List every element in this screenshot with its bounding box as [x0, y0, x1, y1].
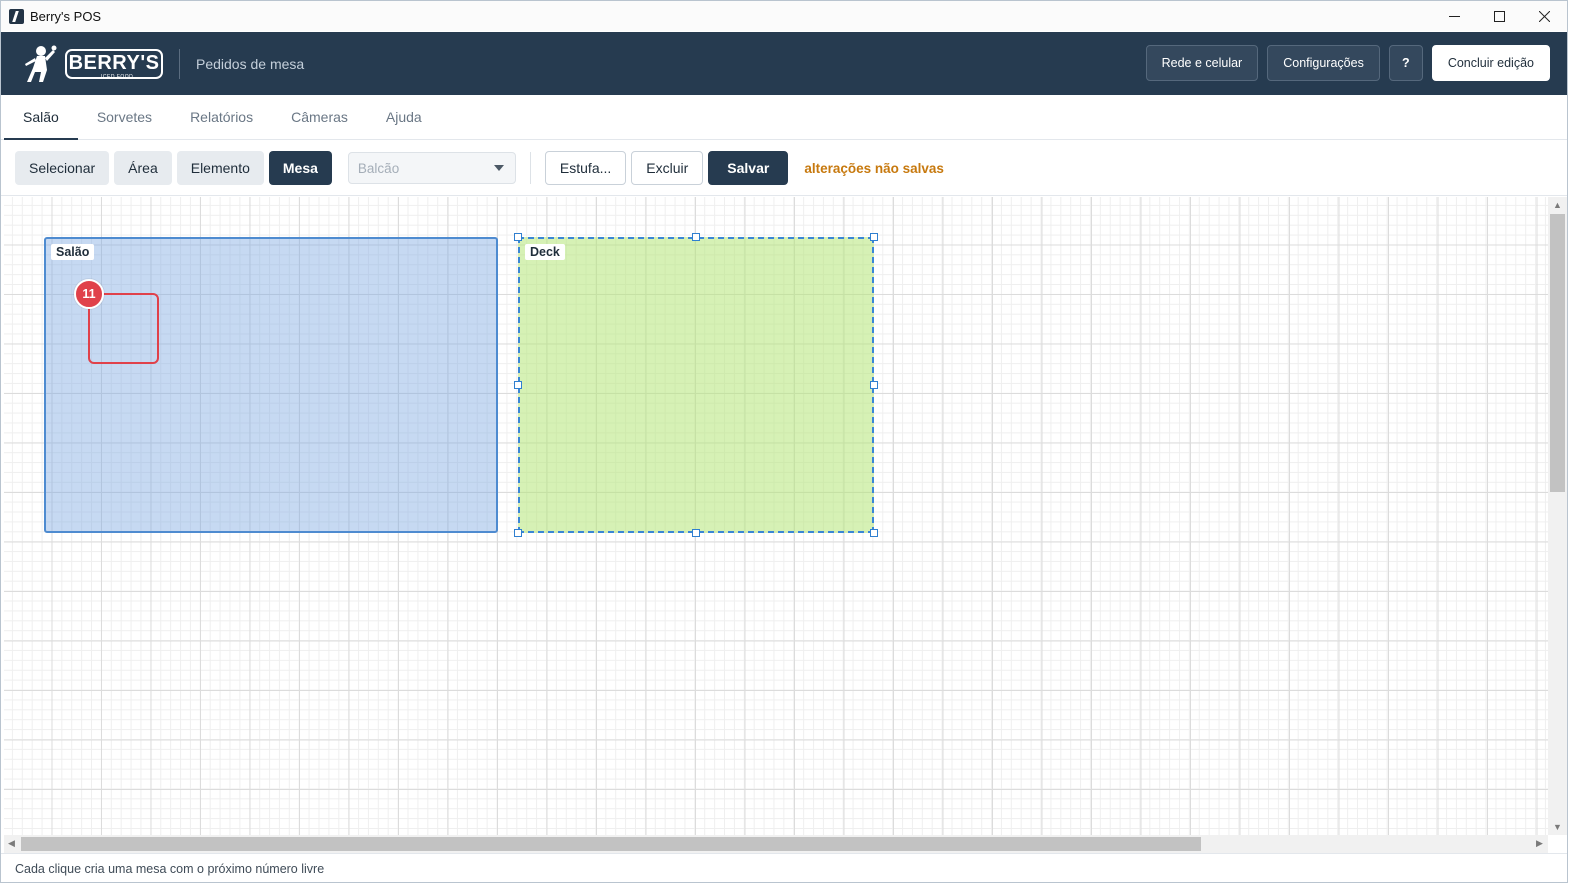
resize-handle-bottom-right[interactable]: [870, 529, 878, 537]
table-number-badge: 11: [74, 279, 104, 309]
app-icon: [9, 8, 24, 24]
app-header: BERRY'S ICED FOOD Pedidos de mesa Rede e…: [1, 32, 1567, 95]
floor-plan-canvas[interactable]: Salão 11 Deck: [4, 197, 1548, 835]
editor-toolbar: Selecionar Área Elemento Mesa Balcão Est…: [1, 141, 1567, 196]
estufa-button[interactable]: Estufa...: [544, 151, 627, 185]
resize-handle-left[interactable]: [514, 381, 522, 389]
brand-logo-subtext: ICED FOOD: [101, 74, 134, 80]
network-button[interactable]: Rede e celular: [1145, 45, 1259, 81]
resize-handle-top[interactable]: [692, 233, 700, 241]
minimize-button[interactable]: [1432, 1, 1477, 31]
horizontal-scroll-thumb[interactable]: [21, 837, 1201, 851]
status-hint: Cada clique cria uma mesa com o próximo …: [15, 861, 325, 876]
app-window: Berry's POS BERRY'S ICED FOOD Pedidos de…: [0, 0, 1568, 883]
tab-relatorios[interactable]: Relatórios: [171, 95, 272, 139]
element-type-select-value: Balcão: [357, 160, 400, 176]
area-salao[interactable]: Salão: [44, 237, 498, 533]
resize-handle-top-left[interactable]: [514, 233, 522, 241]
header-actions: Rede e celular Configurações ? Concluir …: [1145, 45, 1550, 81]
scroll-right-icon[interactable]: ▶: [1536, 839, 1543, 848]
title-bar: Berry's POS: [1, 1, 1567, 31]
brand-logo-text: BERRY'S: [68, 52, 160, 74]
horizontal-scrollbar[interactable]: ◀ ▶: [4, 835, 1548, 853]
tab-sorvetes[interactable]: Sorvetes: [78, 95, 171, 139]
header-subtitle: Pedidos de mesa: [196, 55, 305, 72]
scroll-up-icon[interactable]: ▲: [1553, 201, 1562, 210]
maximize-icon: [1494, 10, 1505, 22]
area-deck[interactable]: Deck: [518, 237, 874, 533]
window-controls: [1432, 1, 1567, 31]
resize-handle-bottom-left[interactable]: [514, 529, 522, 537]
finish-editing-button[interactable]: Concluir edição: [1431, 45, 1550, 81]
mascot-logo-icon: [25, 45, 57, 82]
resize-handle-bottom[interactable]: [692, 529, 700, 537]
resize-handle-right[interactable]: [870, 381, 878, 389]
tab-cameras[interactable]: Câmeras: [272, 95, 367, 139]
maximize-button[interactable]: [1477, 1, 1522, 31]
delete-button[interactable]: Excluir: [631, 151, 704, 185]
vertical-scrollbar[interactable]: ▲ ▼: [1548, 197, 1567, 835]
table-tool-button[interactable]: Mesa: [268, 151, 332, 185]
resize-handle-top-right[interactable]: [870, 233, 878, 241]
minimize-icon: [1449, 15, 1460, 17]
element-tool-button[interactable]: Elemento: [176, 151, 264, 185]
settings-button[interactable]: Configurações: [1267, 45, 1380, 81]
area-label: Deck: [525, 244, 565, 260]
close-button[interactable]: [1522, 1, 1567, 31]
unsaved-changes-indicator: alterações não salvas: [804, 160, 944, 176]
status-bar: Cada clique cria uma mesa com o próximo …: [1, 853, 1567, 882]
vertical-scroll-thumb[interactable]: [1550, 214, 1565, 492]
help-button[interactable]: ?: [1388, 45, 1423, 81]
scroll-left-icon[interactable]: ◀: [8, 839, 15, 848]
scroll-down-icon[interactable]: ▼: [1553, 823, 1562, 832]
close-icon: [1539, 10, 1550, 22]
window-title: Berry's POS: [30, 8, 102, 24]
header-divider: [179, 48, 180, 79]
tab-ajuda[interactable]: Ajuda: [367, 95, 441, 139]
save-button[interactable]: Salvar: [708, 151, 789, 185]
area-label: Salão: [51, 244, 95, 260]
area-tool-button[interactable]: Área: [114, 151, 172, 185]
element-type-select[interactable]: Balcão: [347, 152, 516, 184]
main-tabs: Salão Sorvetes Relatórios Câmeras Ajuda: [1, 95, 1567, 140]
tab-salao[interactable]: Salão: [4, 95, 78, 140]
toolbar-divider: [529, 152, 531, 184]
chevron-down-icon: [493, 165, 504, 171]
select-tool-button[interactable]: Selecionar: [15, 151, 110, 185]
